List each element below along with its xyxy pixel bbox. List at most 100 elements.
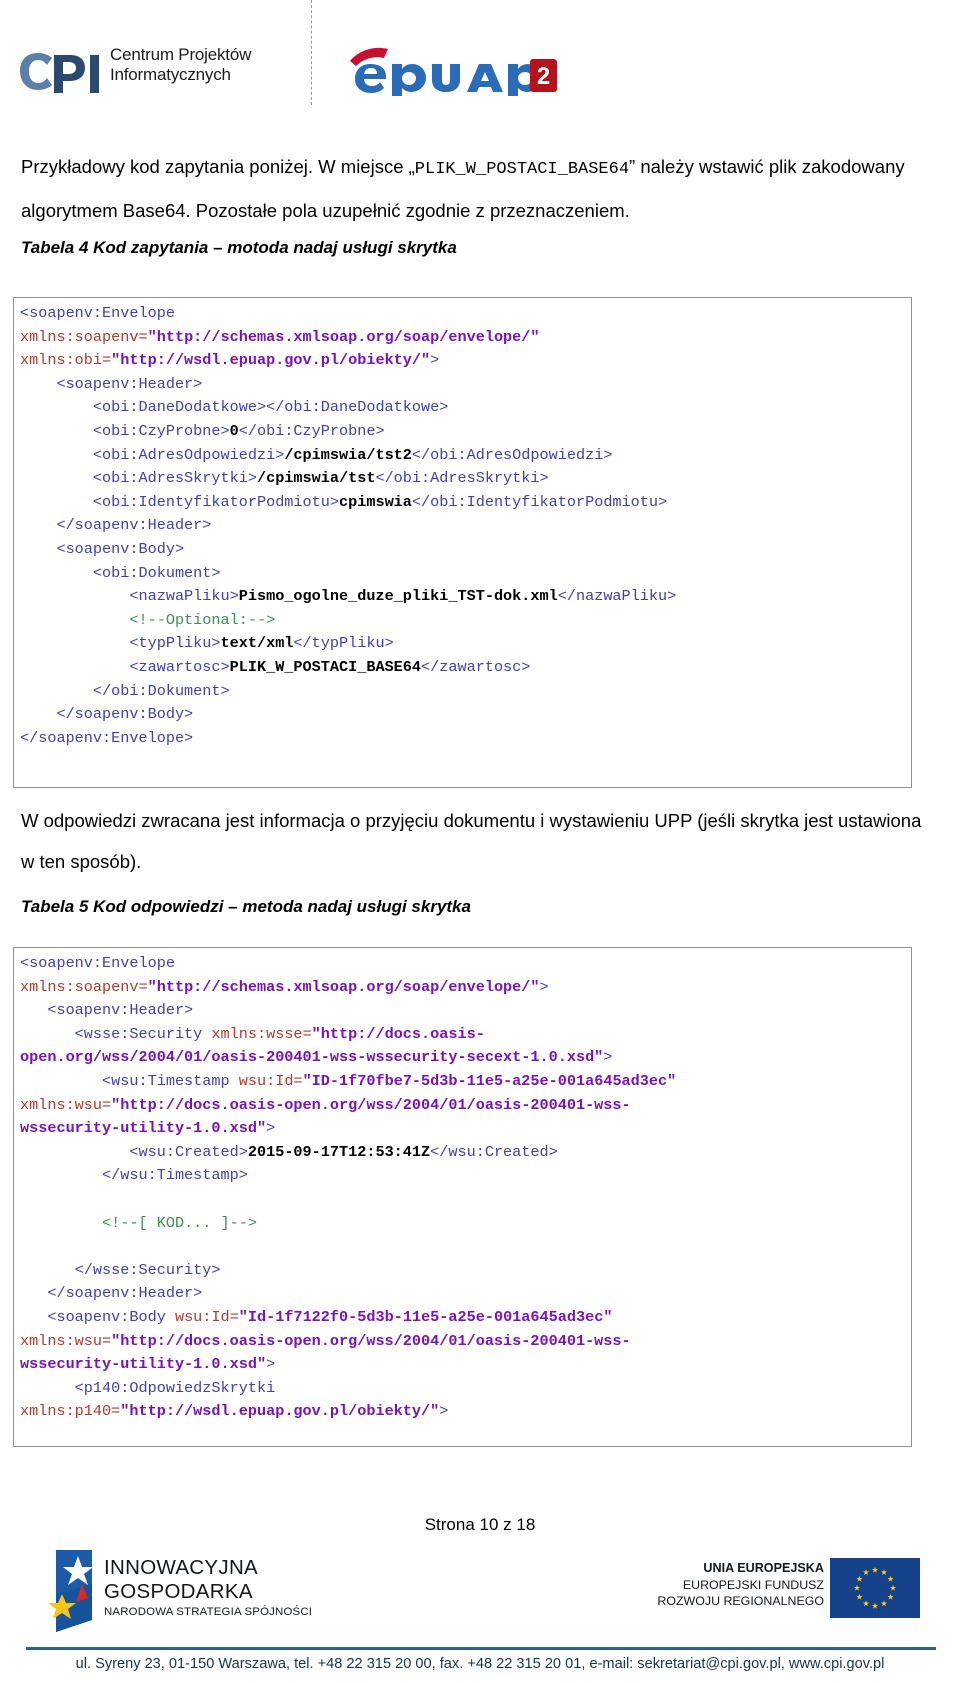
code-token-tag: <obi:AdresSkrytki>	[20, 469, 257, 488]
ig-text-block: INNOWACYJNA GOSPODARKA NARODOWA STRATEGI…	[104, 1556, 312, 1618]
code-token-tag: <soapenv:Envelope	[20, 954, 175, 972]
code-token-text: 2015-09-17T12:53:41Z	[247, 1142, 431, 1161]
cpi-logo-line2: Informatycznych	[110, 65, 231, 84]
code-token-val: "http://schemas.xmlsoap.org/soap/envelop…	[147, 977, 540, 996]
intro-part1: Przykładowy kod zapytania poniżej. W mie…	[21, 156, 415, 177]
code-token-tag: >	[603, 1048, 613, 1067]
code-token-tag: >	[439, 1402, 449, 1421]
eu-line1: UNIA EUROPEJSKA	[703, 1561, 824, 1575]
ig-line1: INNOWACYJNA	[104, 1556, 259, 1579]
innowacyjna-gospodarka-logo: INNOWACYJNA GOSPODARKA NARODOWA STRATEGI…	[48, 1550, 378, 1632]
eu-text-block: UNIA EUROPEJSKA EUROPEJSKI FUNDUSZ ROZWO…	[657, 1560, 824, 1610]
code-token-tag: </soapenv:Header>	[20, 1284, 203, 1303]
code-line: </soapenv:Body>	[20, 703, 906, 727]
footer-divider-rule	[26, 1647, 936, 1650]
page-header: Centrum Projektów Informatycznych 2	[0, 0, 960, 118]
code-token-tag: <obi:IdentyfikatorPodmiotu>	[20, 492, 339, 511]
code-line: <typPliku>text/xml</typPliku>	[20, 632, 906, 656]
code-token-tag: </zawartosc>	[421, 657, 531, 676]
code-line: <wsu:Created>2015-09-17T12:53:41Z</wsu:C…	[20, 1141, 906, 1165]
code-line: <wsu:Timestamp wsu:Id="ID-1f70fbe7-5d3b-…	[20, 1070, 906, 1094]
code-line: <soapenv:Envelope	[20, 952, 906, 976]
code-token-tag: </typPliku>	[293, 634, 394, 653]
code-token-tag: <nazwaPliku>	[20, 587, 239, 606]
eu-stars-icon	[853, 1566, 897, 1609]
code-token-text: cpimswia	[339, 492, 412, 511]
code-token-tag: </obi:CzyProbne>	[238, 421, 385, 440]
code-line: <obi:AdresSkrytki>/cpimswia/tst</obi:Adr…	[20, 467, 906, 491]
code-token-tag: </obi:IdentyfikatorPodmiotu>	[411, 492, 668, 511]
code-line: <soapenv:Body wsu:Id="Id-1f7122f0-5d3b-1…	[20, 1306, 906, 1330]
code-line: <soapenv:Body>	[20, 538, 906, 562]
code-token-tag: <zawartosc>	[20, 657, 230, 676]
code-line: wssecurity-utility-1.0.xsd">	[20, 1117, 906, 1141]
code-line: </soapenv:Envelope>	[20, 727, 906, 751]
code-token-attr: xmlns:p140=	[20, 1402, 121, 1421]
cpi-mark-icon	[20, 53, 99, 93]
code-token-val: "Id-1f7122f0-5d3b-11e5-a25e-001a645ad3ec…	[238, 1307, 613, 1326]
footer-contact-line: ul. Syreny 23, 01-150 Warszawa, tel. +48…	[75, 1656, 885, 1672]
ig-line2: GOSPODARKA	[104, 1580, 253, 1603]
code-token-tag: <p140:OdpowiedzSkrytki	[20, 1378, 276, 1397]
code-token-tag: >	[539, 977, 549, 996]
header-divider	[311, 0, 312, 105]
code-token-tag: <obi:AdresOdpowiedzi>	[20, 445, 285, 464]
code-token-tag: <wsu:Timestamp	[20, 1071, 239, 1090]
code-token-attr: xmlns:obi=	[20, 351, 112, 370]
code-line: <obi:AdresOdpowiedzi>/cpimswia/tst2</obi…	[20, 444, 906, 468]
code-token-val: "ID-1f70fbe7-5d3b-11e5-a25e-001a645ad3ec…	[302, 1071, 677, 1090]
code-token-tag: </nazwaPliku>	[557, 587, 677, 606]
epuap-logo: 2	[348, 44, 558, 96]
code-token-tag: <obi:DaneDodatkowe></obi:DaneDodatkowe>	[20, 398, 449, 417]
cpi-logo-line1: Centrum Projektów	[110, 45, 252, 64]
code-token-tag: <wsu:Created>	[20, 1142, 248, 1161]
code-token-cmt: <!--[ KOD... ]-->	[20, 1213, 257, 1232]
code-token-attr: wsu:Id=	[174, 1307, 239, 1326]
code-token-tag: <soapenv:Header>	[20, 374, 203, 393]
code-token-text: /cpimswia/tst	[256, 469, 376, 488]
code-line: </soapenv:Header>	[20, 514, 906, 538]
eu-line3: ROZWOJU REGIONALNEGO	[657, 1594, 824, 1608]
eu-flag-icon	[830, 1558, 920, 1618]
code-token-tag: </obi:AdresOdpowiedzi>	[411, 445, 613, 464]
code-line: </wsu:Timestamp>	[20, 1164, 906, 1188]
code-token-val: "http://wsdl.epuap.gov.pl/obiekty/"	[120, 1402, 440, 1421]
code-token-tag: >	[430, 351, 440, 370]
cpi-logo: Centrum Projektów Informatycznych	[18, 45, 288, 103]
intro-code-token: PLIK_W_POSTACI_BASE64	[414, 160, 630, 179]
code-token-tag: </obi:AdresSkrytki>	[375, 469, 549, 488]
code-line: <!--Optional:-->	[20, 609, 906, 633]
code-line: <wsse:Security xmlns:wsse="http://docs.o…	[20, 1023, 906, 1047]
code-line: xmlns:p140="http://wsdl.epuap.gov.pl/obi…	[20, 1400, 906, 1424]
cpi-logo-text: Centrum Projektów Informatycznych	[110, 45, 251, 85]
code-token-tag: <soapenv:Body>	[20, 539, 185, 558]
code-token-tag: <obi:Dokument>	[20, 563, 221, 582]
caption-tabela-5: Tabela 5 Kod odpowiedzi – metoda nadaj u…	[21, 897, 471, 916]
unia-europejska-logo: UNIA EUROPEJSKA EUROPEJSKI FUNDUSZ ROZWO…	[657, 1558, 920, 1620]
code-block-response: <soapenv:Envelope xmlns:soapenv="http://s…	[13, 947, 912, 1447]
code-token-text: /cpimswia/tst2	[284, 445, 412, 464]
code-token-text: PLIK_W_POSTACI_BASE64	[229, 657, 422, 676]
code-token-tag: </wsse:Security>	[20, 1260, 221, 1279]
code-token-tag: <wsse:Security	[20, 1024, 212, 1043]
code-token-attr: xmlns:soapenv=	[20, 977, 148, 996]
code-token-tag: >	[266, 1355, 276, 1374]
code-line: <p140:OdpowiedzSkrytki	[20, 1377, 906, 1401]
code-token-tag: </obi:Dokument>	[20, 681, 230, 700]
code-block-request: <soapenv:Envelope xmlns:soapenv="http://s…	[13, 297, 912, 788]
code-line: open.org/wss/2004/01/oasis-200401-wss-ws…	[20, 1046, 906, 1070]
ig-line3: NARODOWA STRATEGIA SPÓJNOŚCI	[104, 1606, 313, 1618]
code-line: wssecurity-utility-1.0.xsd">	[20, 1353, 906, 1377]
code-token-val: wssecurity-utility-1.0.xsd"	[20, 1355, 267, 1374]
svg-text:2: 2	[537, 63, 550, 90]
code-token-text: text/xml	[220, 634, 294, 653]
code-line: xmlns:wsu="http://docs.oasis-open.org/ws…	[20, 1330, 906, 1354]
code-token-tag: <soapenv:Envelope	[20, 304, 175, 322]
code-line: <soapenv:Header>	[20, 999, 906, 1023]
code-token-val: "http://docs.oasis-open.org/wss/2004/01/…	[111, 1331, 631, 1350]
code-token-cmt: <!--Optional:-->	[20, 610, 276, 629]
code-line: <obi:CzyProbne>0</obi:CzyProbne>	[20, 420, 906, 444]
code-token-val: "http://schemas.xmlsoap.org/soap/envelop…	[147, 327, 540, 346]
eu-line2: EUROPEJSKI FUNDUSZ	[682, 1577, 824, 1592]
code-line: <zawartosc>PLIK_W_POSTACI_BASE64</zawart…	[20, 656, 906, 680]
